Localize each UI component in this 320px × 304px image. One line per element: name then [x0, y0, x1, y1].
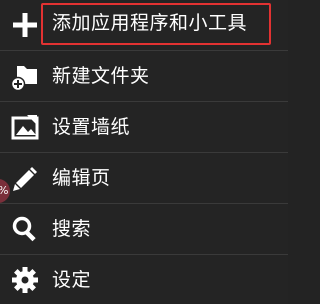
plus-icon	[9, 9, 41, 41]
menu-item-search[interactable]: 搜索	[0, 204, 288, 255]
context-menu: 添加应用程序和小工具 新建文件夹 设置墙纸 编辑页 搜索 设定	[0, 0, 288, 304]
wallpaper-icon	[9, 111, 41, 143]
pencil-icon	[9, 162, 41, 194]
menu-item-label: 设定	[52, 269, 92, 291]
gear-icon	[9, 264, 41, 296]
menu-item-label: 搜索	[52, 218, 92, 240]
menu-item-label: 新建文件夹	[52, 65, 150, 87]
menu-item-set-wallpaper[interactable]: 设置墙纸	[0, 102, 288, 153]
menu-item-label: 设置墙纸	[52, 116, 131, 138]
menu-item-add-apps-widgets[interactable]: 添加应用程序和小工具	[0, 0, 288, 51]
search-icon	[9, 213, 41, 245]
menu-item-new-folder[interactable]: 新建文件夹	[0, 51, 288, 102]
new-folder-icon	[9, 60, 41, 92]
menu-item-edit-page[interactable]: 编辑页	[0, 153, 288, 204]
highlight-box	[41, 3, 271, 45]
menu-item-settings[interactable]: 设定	[0, 255, 288, 304]
edge-badge-text: %	[0, 184, 8, 197]
menu-item-label: 编辑页	[52, 167, 111, 189]
